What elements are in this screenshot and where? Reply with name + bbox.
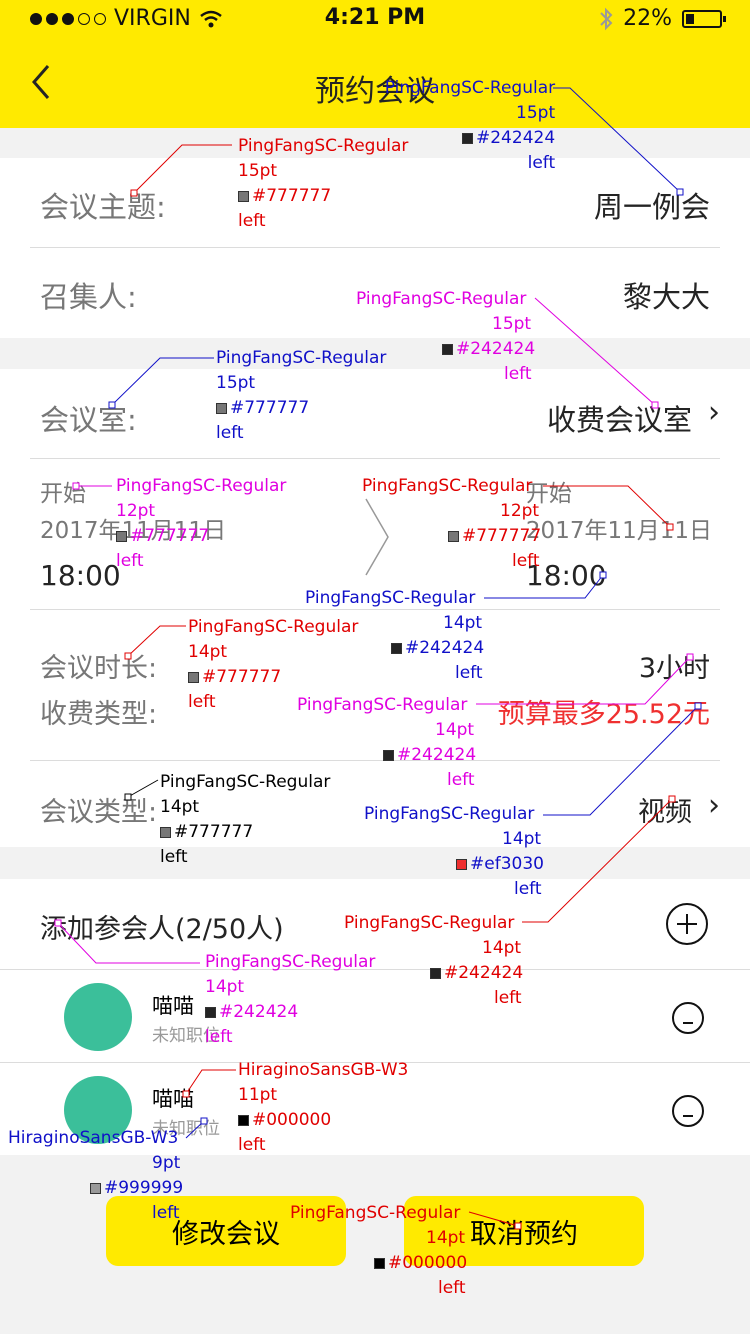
ann-color: #777777 <box>130 526 210 546</box>
ann-color: #242424 <box>456 339 536 359</box>
status-right: 22% <box>599 6 726 31</box>
organizer-label: 召集人: <box>40 280 137 314</box>
ann-size: 15pt <box>516 103 556 123</box>
ann-font: PingFangSC-Regular <box>384 78 556 98</box>
remove-participant-icon[interactable] <box>672 1095 704 1127</box>
ann-size: 14pt <box>188 642 228 662</box>
ann-font: PingFangSC-Regular <box>238 136 409 156</box>
annotation-cancel-button: PingFangSC-Regular 14pt #000000 left <box>290 1201 467 1301</box>
ann-size: 14pt <box>502 829 542 849</box>
ann-font: PingFangSC-Regular <box>290 1203 461 1223</box>
fee-value: 预算最多25.52元 <box>497 699 710 730</box>
ann-align: left <box>438 1278 466 1298</box>
ann-align: left <box>216 423 244 443</box>
annotation-room-label: PingFangSC-Regular 15pt #777777 left <box>216 346 386 446</box>
participant-name: 喵喵 <box>152 1087 194 1111</box>
chevron-right-icon: › <box>708 395 720 430</box>
ann-size: 14pt <box>160 797 200 817</box>
ann-font: PingFangSC-Regular <box>160 772 331 792</box>
ann-size: 12pt <box>500 501 540 521</box>
ann-align: left <box>205 1027 233 1047</box>
ann-color: #242424 <box>219 1002 299 1022</box>
ann-font: HiraginoSansGB-W3 <box>238 1060 409 1080</box>
ann-color: #777777 <box>462 526 542 546</box>
annotation-end-label: PingFangSC-Regular 12pt #777777 left <box>362 474 541 574</box>
annotation-type-label: PingFangSC-Regular 14pt #777777 left <box>160 770 330 870</box>
ann-align: left <box>160 847 188 867</box>
duration-value[interactable]: 3小时 <box>639 646 710 685</box>
ann-size: 14pt <box>435 720 475 740</box>
ann-size: 14pt <box>426 1228 466 1248</box>
ann-align: left <box>152 1203 180 1223</box>
ann-font: PingFangSC-Regular <box>297 695 468 715</box>
end-time-group[interactable]: 开始 2017年11月11日 18:00 <box>526 477 712 601</box>
ann-color: #ef3030 <box>470 854 544 874</box>
participant-name: 喵喵 <box>152 994 194 1018</box>
ann-font: PingFangSC-Regular <box>305 588 476 608</box>
ann-color: #999999 <box>104 1178 184 1198</box>
battery-icon <box>682 9 726 28</box>
ann-align: left <box>512 551 540 571</box>
ann-font: PingFangSC-Regular <box>364 804 535 824</box>
page-title: 预约会议 <box>315 74 435 109</box>
add-participant-icon[interactable] <box>666 903 708 945</box>
ann-font: HiraginoSansGB-W3 <box>8 1128 179 1148</box>
ann-align: left <box>238 211 266 231</box>
chevron-right-icon: › <box>708 788 720 823</box>
annotation-participants-title: PingFangSC-Regular 14pt #242424 left <box>205 950 375 1050</box>
room-value: 收费会议室 <box>546 403 692 437</box>
topic-value[interactable]: 周一例会 <box>594 184 710 226</box>
ann-size: 15pt <box>216 373 256 393</box>
ann-font: PingFangSC-Regular <box>344 913 515 933</box>
ann-font: PingFangSC-Regular <box>216 348 387 368</box>
ann-color: #000000 <box>388 1253 468 1273</box>
ann-align: left <box>116 551 144 571</box>
ann-align: left <box>514 879 542 899</box>
avatar <box>64 983 132 1051</box>
ann-size: 14pt <box>205 977 245 997</box>
bluetooth-icon <box>600 7 613 30</box>
remove-participant-icon[interactable] <box>672 1002 704 1034</box>
meeting-type-value: 视频 <box>638 797 692 828</box>
topic-label: 会议主题: <box>40 190 166 224</box>
nav-bar: 预约会议 <box>0 40 750 128</box>
annotation-participant-name: HiraginoSansGB-W3 11pt #000000 left <box>238 1058 408 1158</box>
annotation-topic-label: PingFangSC-Regular 15pt #777777 left <box>238 134 408 234</box>
ann-size: 12pt <box>116 501 156 521</box>
ann-font: PingFangSC-Regular <box>362 476 533 496</box>
battery-percent: 22% <box>623 6 672 31</box>
ann-size: 15pt <box>492 314 532 334</box>
ann-color: #242424 <box>476 128 556 148</box>
meeting-type-label: 会议类型: <box>40 797 158 828</box>
ann-color: #777777 <box>230 398 310 418</box>
end-time: 18:00 <box>525 559 607 592</box>
ann-color: #242424 <box>444 963 524 983</box>
status-bar: VIRGIN 4:21 PM 22% <box>0 0 750 40</box>
ann-align: left <box>238 1135 266 1155</box>
ann-color: #777777 <box>202 667 282 687</box>
ann-font: PingFangSC-Regular <box>116 476 287 496</box>
room-label: 会议室: <box>40 403 137 437</box>
ann-font: PingFangSC-Regular <box>205 952 376 972</box>
ann-color: #777777 <box>174 822 254 842</box>
fee-label: 收费类型: <box>40 699 158 730</box>
ann-size: 11pt <box>238 1085 278 1105</box>
end-label: 开始 <box>525 481 572 507</box>
ann-size: 9pt <box>152 1153 181 1173</box>
ann-color: #777777 <box>252 186 332 206</box>
ann-color: #000000 <box>252 1110 332 1130</box>
ann-color: #242424 <box>405 638 485 658</box>
ann-font: PingFangSC-Regular <box>188 617 359 637</box>
duration-label: 会议时长: <box>40 653 158 684</box>
organizer-value[interactable]: 黎大大 <box>623 274 710 316</box>
ann-size: 15pt <box>238 161 278 181</box>
ann-font: PingFangSC-Regular <box>356 289 527 309</box>
participants-title: 添加参会人(2/50人) <box>40 914 284 945</box>
annotation-fee-value: PingFangSC-Regular 14pt #ef3030 left <box>364 802 544 902</box>
annotation-start-label: PingFangSC-Regular 12pt #777777 left <box>116 474 286 574</box>
ann-color: #242424 <box>397 745 477 765</box>
annotation-participant-position: HiraginoSansGB-W3 9pt #999999 left <box>8 1126 183 1226</box>
end-date: 2017年11月11日 <box>525 518 712 544</box>
